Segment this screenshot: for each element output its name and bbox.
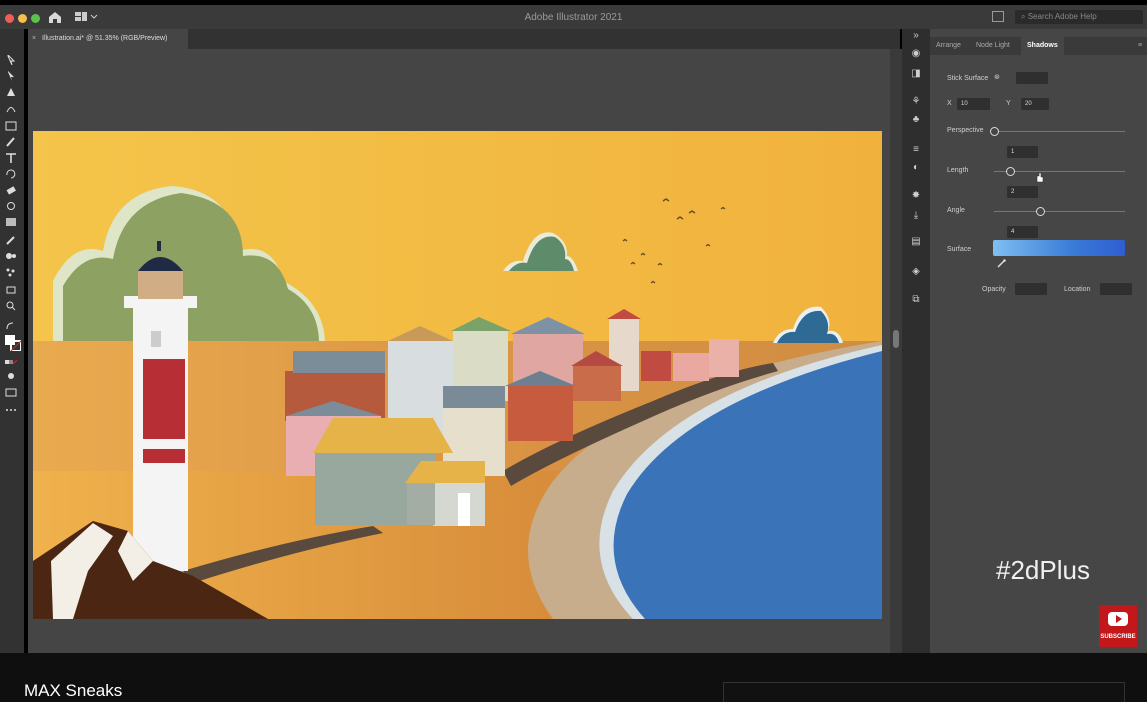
youtube-play-icon [1108, 612, 1128, 626]
artboard[interactable] [33, 131, 882, 619]
export-icon[interactable]: ⤓ [910, 211, 922, 221]
draw-mode-icon[interactable] [5, 371, 17, 381]
surface-label: Surface [947, 246, 972, 253]
app-title: Adobe Illustrator 2021 [524, 12, 623, 23]
hand-cursor-icon [1036, 172, 1044, 183]
document-tab-bar: × Illustration.ai* @ 51.35% (RGB/Preview… [28, 29, 900, 49]
length-lower-field[interactable]: 2 [1007, 186, 1038, 198]
screen-mode-icon[interactable] [5, 387, 17, 397]
document-tab-label: Illustration.ai* @ 51.35% (RGB/Preview) [42, 35, 168, 42]
panel-tab-bar: Arrange Node Light Shadows ≡ [930, 37, 1147, 55]
opacity-field[interactable] [1015, 283, 1047, 295]
search-placeholder: Search Adobe Help [1027, 12, 1097, 21]
curvature-tool-icon[interactable] [5, 103, 17, 113]
blend-tool-icon[interactable] [5, 251, 17, 261]
selection-tool-icon[interactable] [5, 55, 17, 65]
artboards-icon[interactable]: ⧉ [910, 295, 922, 305]
transparency-icon[interactable]: ◐ [910, 163, 922, 173]
eyedropper-icon[interactable] [997, 259, 1006, 268]
length-slider-knob[interactable] [1005, 167, 1015, 176]
y-label: Y [1006, 100, 1011, 107]
vertical-scroll-thumb[interactable] [893, 330, 899, 348]
graphic-styles-icon[interactable]: ◨ [910, 69, 922, 79]
tools-panel [0, 29, 24, 653]
subscribe-label: SUBSCRIBE [1100, 634, 1136, 640]
fill-stroke-swatch-icon[interactable] [5, 335, 21, 351]
subscribe-button[interactable]: SUBSCRIBE [1099, 605, 1137, 647]
document-tab[interactable]: × Illustration.ai* @ 51.35% (RGB/Preview… [28, 29, 188, 49]
perspective-slider[interactable] [994, 131, 1125, 132]
tab-arrange[interactable]: Arrange [936, 37, 961, 55]
artboard-tool-icon[interactable] [5, 285, 17, 295]
rectangle-tool-icon[interactable] [5, 121, 17, 131]
eraser-tool-icon[interactable] [5, 185, 17, 195]
panel-menu-icon[interactable]: ≡ [1138, 37, 1142, 55]
hashtag-overlay: #2dPlus [996, 555, 1090, 585]
brushes-icon[interactable]: ⚘ [910, 97, 922, 107]
gradient-tool-icon[interactable] [5, 217, 17, 227]
angle-field[interactable]: 4 [1007, 226, 1038, 238]
side-panel-card [723, 682, 1125, 702]
stick-surface-field[interactable] [1016, 72, 1048, 84]
video-title: MAX Sneaks [24, 681, 123, 700]
collapse-panel-icon[interactable]: » [910, 31, 922, 41]
x-label: X [947, 100, 952, 107]
app-title-bar: Adobe Illustrator 2021 ⌕ Search Adobe He… [0, 5, 1147, 29]
stick-surface-label: Stick Surface [947, 75, 989, 82]
length-upper-field[interactable]: 1 [1007, 146, 1038, 158]
stroke-icon[interactable]: ≡ [910, 145, 922, 155]
type-tool-icon[interactable] [5, 153, 17, 163]
direct-selection-tool-icon[interactable] [5, 71, 17, 81]
y-input[interactable]: 20 [1021, 98, 1049, 110]
angle-slider[interactable] [994, 211, 1125, 212]
video-info-area: MAX Sneaks [0, 653, 1147, 702]
location-label: Location [1064, 286, 1091, 293]
perspective-label: Perspective [947, 127, 984, 134]
close-tab-icon[interactable]: × [32, 29, 36, 49]
color-mode-icon[interactable] [5, 357, 17, 367]
appearance-icon[interactable]: ◉ [910, 49, 922, 59]
length-label: Length [947, 167, 969, 174]
width-tool-icon[interactable] [5, 201, 17, 211]
vertical-scrollbar[interactable] [890, 49, 902, 653]
surface-gradient-swatch[interactable] [993, 240, 1125, 256]
illustration-artwork [33, 131, 882, 619]
location-field[interactable] [1100, 283, 1132, 295]
symbol-sprayer-tool-icon[interactable] [5, 267, 17, 277]
x-input[interactable]: 10 [957, 98, 990, 110]
angle-label: Angle [947, 207, 965, 214]
swap-fill-stroke-icon[interactable] [5, 321, 17, 331]
gradient-icon[interactable]: ✸ [910, 191, 922, 201]
more-tools-icon[interactable] [5, 405, 17, 415]
target-icon[interactable]: ⊛ [994, 73, 1000, 81]
perspective-slider-knob[interactable] [990, 127, 999, 136]
tab-shadows[interactable]: Shadows [1021, 37, 1064, 55]
search-help-input[interactable]: ⌕ Search Adobe Help [1015, 10, 1143, 24]
rotate-tool-icon[interactable] [5, 169, 17, 179]
opacity-label: Opacity [982, 286, 1006, 293]
layers-icon[interactable]: ◈ [910, 267, 922, 277]
zoom-tool-icon[interactable] [5, 301, 17, 311]
angle-slider-knob[interactable] [1035, 207, 1045, 216]
paintbrush-tool-icon[interactable] [5, 137, 17, 147]
pen-tool-icon[interactable] [5, 87, 17, 97]
libraries-icon[interactable]: ▤ [910, 237, 922, 247]
search-icon: ⌕ [1021, 12, 1028, 21]
arrange-documents-icon[interactable] [992, 11, 1004, 22]
symbols-icon[interactable]: ♣ [910, 115, 922, 125]
panel-icon-strip: » ◉ ◨ ⚘ ♣ ≡ ◐ ✸ ⤓ ▤ ◈ ⧉ [902, 29, 930, 653]
tab-node-light[interactable]: Node Light [976, 37, 1010, 55]
eyedropper-tool-icon[interactable] [5, 235, 17, 245]
